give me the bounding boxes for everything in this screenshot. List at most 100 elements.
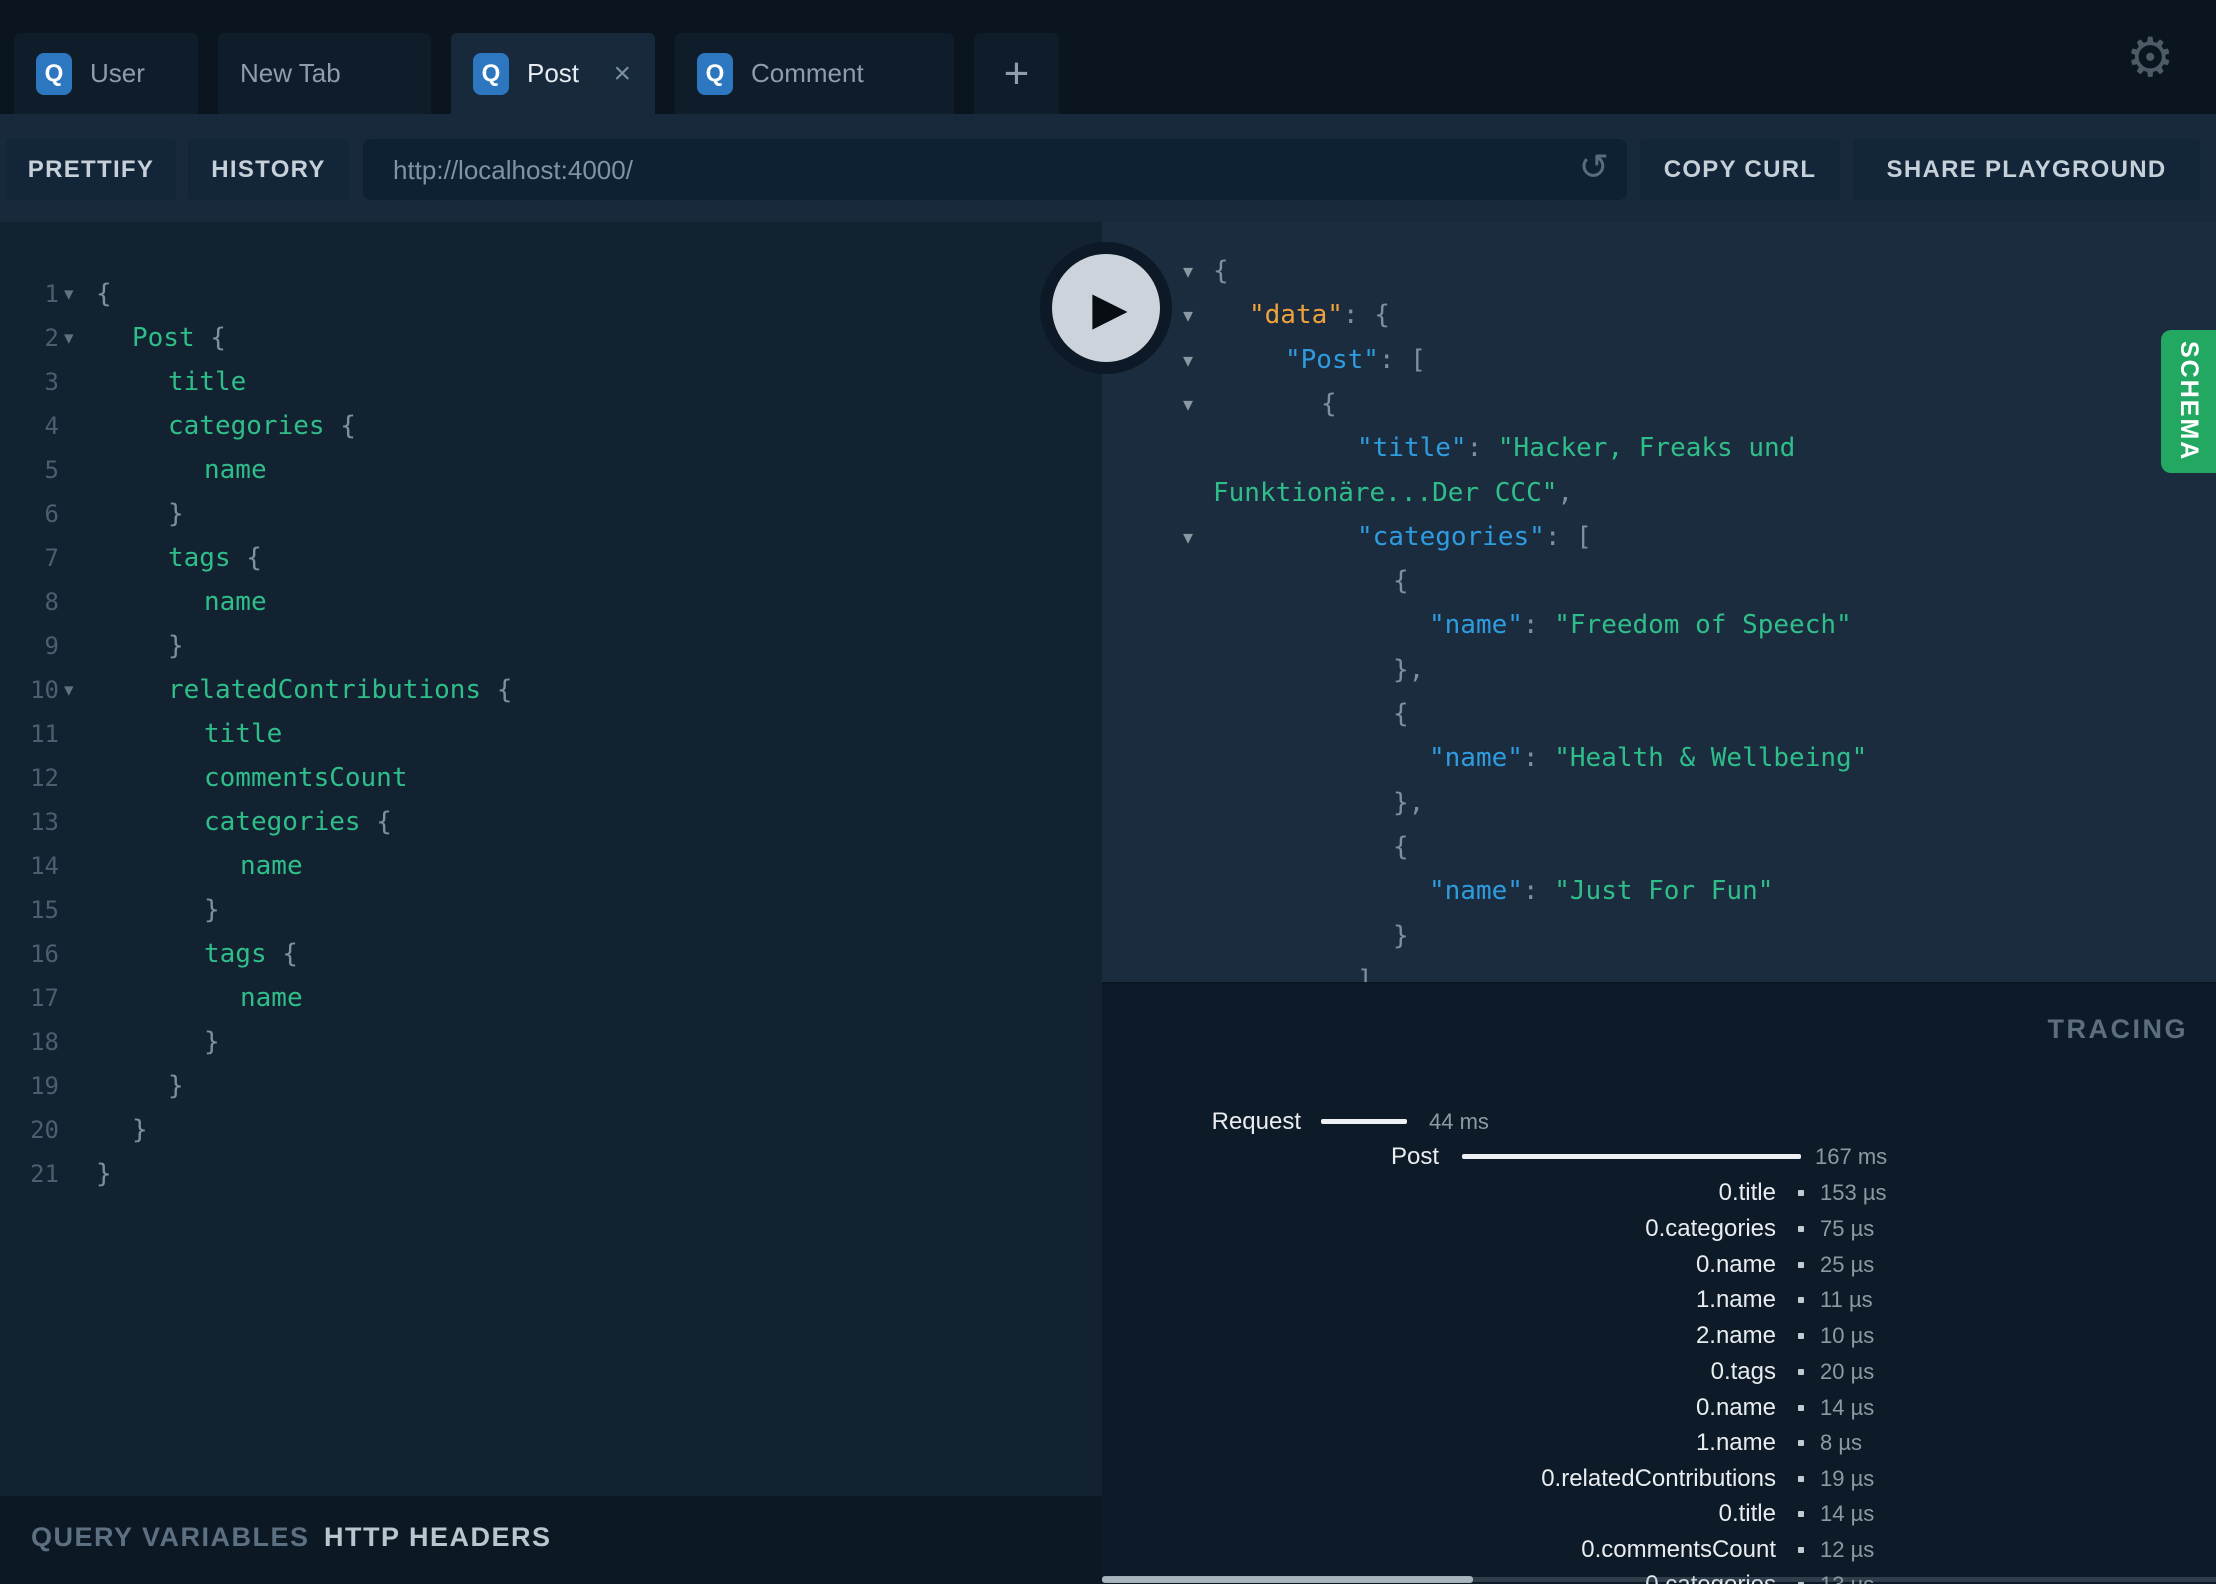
json-text: "title": "Hacker, Freaks und [1357, 426, 1795, 470]
response-line: "name": "Just For Fun" [1102, 869, 2216, 913]
code-token: Post [132, 323, 195, 353]
trace-value: 10 µs [1820, 1323, 1875, 1348]
new-tab-button[interactable]: + [974, 33, 1059, 114]
trace-label: Post [1390, 1143, 1439, 1170]
trace-value: 14 µs [1820, 1395, 1875, 1420]
code-text: tags { [204, 932, 298, 976]
code-token: title [168, 367, 247, 397]
code-token: "name" [1429, 743, 1523, 774]
response-line: }, [1102, 648, 2216, 692]
trace-row: 2.name 10 µs [1102, 1318, 2216, 1354]
settings-gear-icon[interactable]: ⚙ [2126, 26, 2174, 89]
trace-separator-dot [1798, 1440, 1804, 1446]
trace-value: 75 µs [1820, 1216, 1875, 1241]
collapse-arrow-icon[interactable]: ▾ [1183, 293, 1193, 337]
collapse-arrow-icon[interactable]: ▾ [1183, 382, 1193, 426]
code-token: tags [204, 939, 267, 969]
schema-side-tab[interactable]: SCHEMA [2161, 330, 2216, 473]
code-token: { [230, 543, 262, 573]
trace-duration-bar [1462, 1154, 1801, 1159]
code-text: title [204, 712, 282, 756]
prettify-button[interactable]: PRETTIFY [6, 139, 176, 200]
tab-label: User [90, 58, 145, 88]
trace-label: 0.title [1718, 1179, 1776, 1206]
tab-user[interactable]: Q User [14, 33, 198, 114]
tab-post[interactable]: Q Post × [451, 33, 655, 114]
bottom-bar: QUERY VARIABLES HTTP HEADERS [0, 1496, 1102, 1584]
tracing-scrollbar-thumb[interactable] [1102, 1576, 1473, 1583]
code-token: : [1522, 743, 1555, 774]
code-token: } [204, 895, 220, 925]
line-number: 5 [44, 456, 59, 484]
collapse-arrow-icon[interactable]: ▾ [1183, 515, 1193, 559]
tracing-panel: TRACING Request 44 ms Post 167 ms 0.title 153… [1102, 982, 2216, 1584]
editor-line: 4 categories { [0, 404, 1102, 448]
code-token: name [240, 851, 303, 881]
editor-line: 8 name [0, 580, 1102, 624]
fold-arrow-icon[interactable]: ▾ [64, 272, 74, 316]
line-number: 17 [30, 984, 59, 1012]
trace-row: 1.name 8 µs [1102, 1425, 2216, 1461]
code-token: : [ [1544, 521, 1592, 552]
close-tab-icon[interactable]: × [599, 58, 631, 89]
code-token: "Freedom of Speech" [1554, 610, 1852, 641]
editor-line: 19} [0, 1064, 1102, 1108]
code-text: name [240, 976, 303, 1020]
tab-comment[interactable]: Q Comment [675, 33, 954, 114]
line-number: 13 [30, 808, 59, 836]
code-token: relatedContributions [168, 675, 482, 705]
trace-label: 2.name [1695, 1322, 1776, 1349]
copy-curl-button[interactable]: COPY CURL [1640, 139, 1840, 200]
schema-side-tab-label: SCHEMA [2175, 341, 2203, 462]
response-line: ▾{ [1102, 249, 2216, 293]
response-line: { [1102, 825, 2216, 869]
code-token: categories [168, 411, 325, 441]
code-token: { [1213, 256, 1229, 286]
line-number: 8 [44, 588, 59, 616]
trace-value: 12 µs [1820, 1537, 1875, 1562]
json-text: }, [1393, 781, 1424, 825]
response-line: ] [1102, 958, 2216, 982]
editor-line: 3 title [0, 360, 1102, 404]
execute-button[interactable]: ▶ [1040, 242, 1172, 374]
trace-row: 0.name 25 µs [1102, 1247, 2216, 1283]
line-number: 20 [30, 1116, 59, 1144]
query-variables-tab[interactable]: QUERY VARIABLES [31, 1522, 310, 1553]
code-text: } [168, 624, 184, 668]
json-text: "name": "Health & Wellbeing" [1429, 736, 1867, 780]
share-playground-button[interactable]: SHARE PLAYGROUND [1853, 139, 2200, 200]
query-badge: Q [36, 52, 72, 95]
code-token: , [1557, 477, 1574, 508]
trace-value: 14 µs [1820, 1501, 1875, 1526]
refresh-schema-icon[interactable]: ↺ [1579, 147, 1609, 188]
code-text: Post { [132, 316, 226, 360]
code-token: : [1522, 610, 1555, 641]
history-button[interactable]: HISTORY [188, 139, 349, 200]
tab-new-tab[interactable]: New Tab [218, 33, 431, 114]
code-token: : [1522, 876, 1555, 907]
collapse-arrow-icon[interactable]: ▾ [1183, 338, 1193, 382]
json-text: { [1321, 382, 1337, 426]
endpoint-url-input[interactable] [391, 139, 1545, 202]
code-token: "data" [1249, 300, 1343, 331]
fold-arrow-icon[interactable]: ▾ [64, 668, 74, 712]
editor-line: 11 title [0, 712, 1102, 756]
response-line: "name": "Health & Wellbeing" [1102, 736, 2216, 780]
collapse-arrow-icon[interactable]: ▾ [1183, 249, 1193, 293]
json-text: "name": "Freedom of Speech" [1429, 603, 1852, 647]
trace-row: 0.title 153 µs [1102, 1175, 2216, 1211]
http-headers-tab[interactable]: HTTP HEADERS [324, 1522, 552, 1553]
line-number: 16 [30, 940, 59, 968]
code-text: name [240, 844, 303, 888]
code-token: }, [1393, 654, 1425, 685]
code-token: } [1393, 920, 1409, 951]
editor-line: 17 name [0, 976, 1102, 1020]
fold-arrow-icon[interactable]: ▾ [64, 316, 74, 360]
code-token: { [324, 411, 356, 441]
editor-line: 18} [0, 1020, 1102, 1064]
query-editor[interactable]: 1 ▾{2 ▾ Post {3 title 4 categories {5 name 6} 7 ta… [0, 222, 1102, 1496]
trace-label: 0.commentsCount [1581, 1536, 1776, 1563]
trace-value: 25 µs [1820, 1252, 1875, 1277]
json-text: ] [1357, 958, 1373, 982]
trace-separator-dot [1798, 1190, 1804, 1196]
